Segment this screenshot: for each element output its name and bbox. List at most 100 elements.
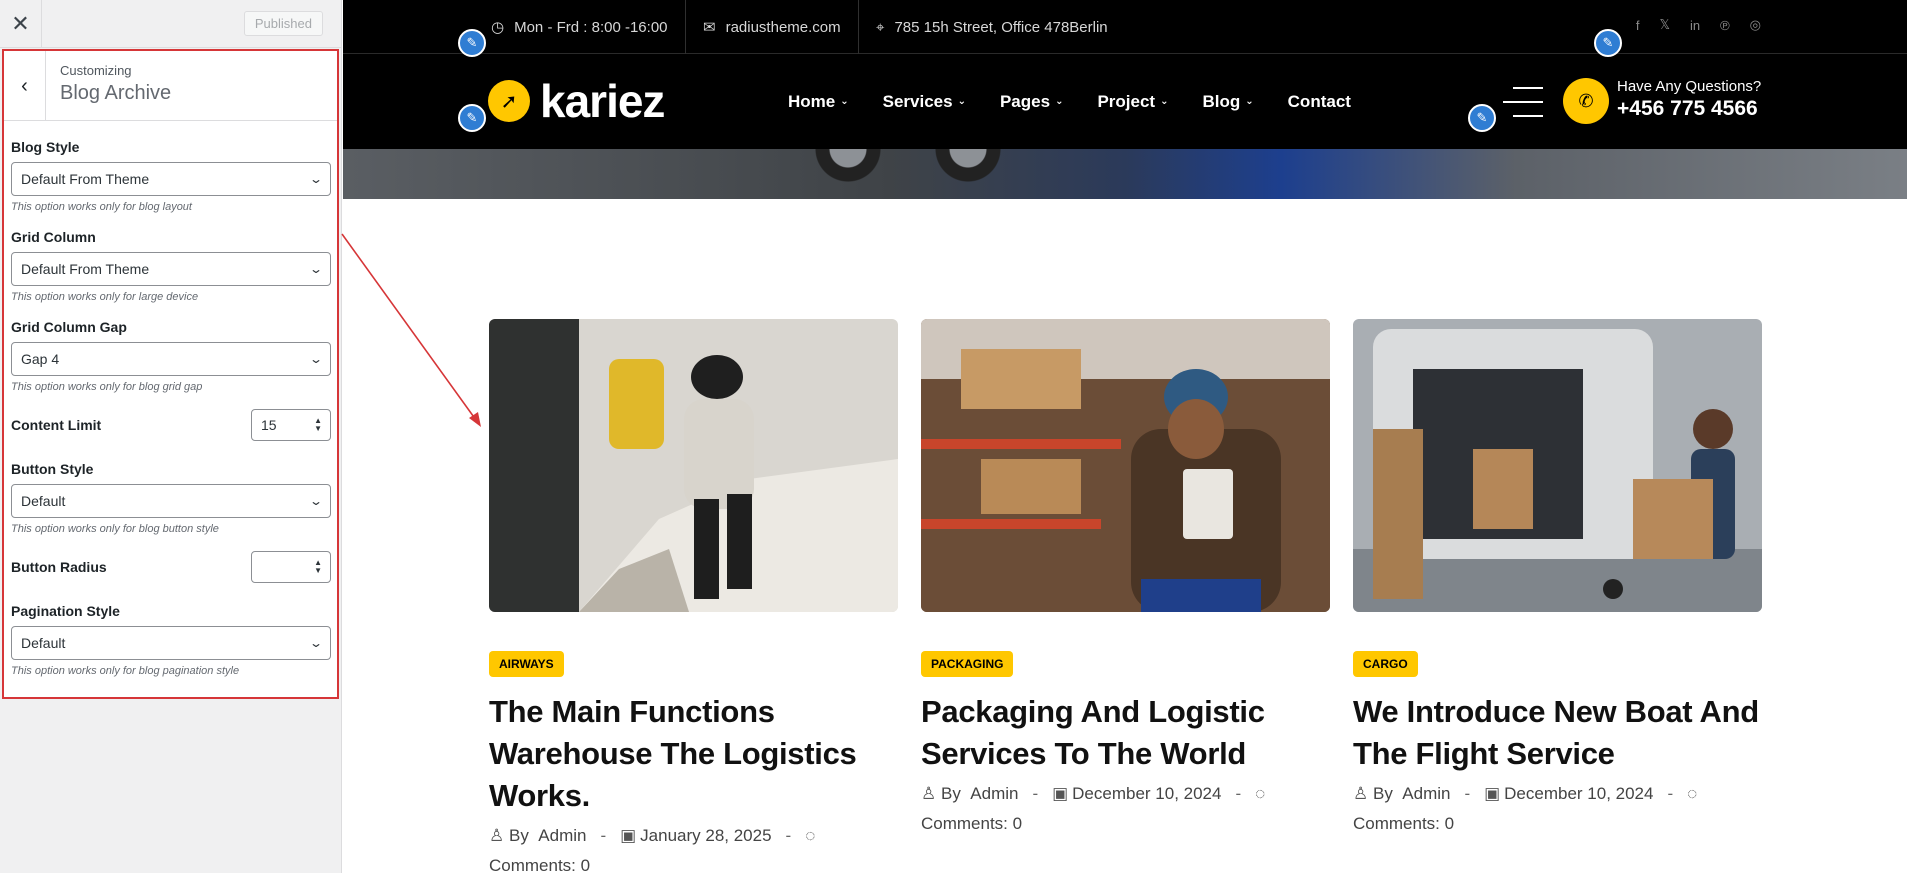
- post-title[interactable]: We Introduce New Boat And The Flight Ser…: [1353, 691, 1762, 775]
- grid-column-label: Grid Column: [11, 229, 96, 245]
- logo-arrow-icon: ➚: [488, 80, 530, 122]
- divider: [858, 0, 859, 54]
- grid-gap-value: Gap 4: [21, 351, 60, 367]
- edit-shortcut-pencil-icon[interactable]: ✎: [458, 104, 486, 132]
- button-style-label: Button Style: [11, 461, 94, 477]
- email-text: radiustheme.com: [725, 18, 841, 36]
- breadcrumb: Customizing: [60, 63, 132, 78]
- separator: -: [600, 826, 607, 845]
- by-label: By: [941, 784, 961, 803]
- site-logo[interactable]: ➚ kariez: [488, 74, 665, 128]
- blog-style-select[interactable]: Default From Theme ⌄: [11, 162, 331, 196]
- pagination-style-desc: This option works only for blog paginati…: [11, 665, 240, 677]
- category-tag[interactable]: CARGO: [1353, 651, 1418, 677]
- content-limit-value: 15: [261, 417, 277, 433]
- chevron-down-icon: ⌄: [840, 96, 849, 107]
- email-item[interactable]: ✉ radiustheme.com: [703, 0, 841, 54]
- pagination-style-value: Default: [21, 635, 66, 651]
- button-style-select[interactable]: Default ⌄: [11, 484, 331, 518]
- chevron-down-icon: ⌄: [308, 352, 324, 366]
- comment-icon: ◌: [1255, 784, 1266, 803]
- number-stepper-icon[interactable]: ▲ ▼: [314, 559, 322, 575]
- chevron-down-icon: ⌄: [308, 262, 324, 276]
- separator: -: [1464, 784, 1471, 803]
- post-card: CARGO We Introduce New Boat And The Flig…: [1353, 319, 1762, 839]
- phone-question: Have Any Questions?: [1617, 78, 1762, 95]
- phone-number[interactable]: +456 775 4566: [1617, 97, 1761, 121]
- content-limit-field: Content Limit 15 ▲ ▼: [11, 409, 331, 441]
- comment-icon: ◌: [805, 826, 816, 845]
- menu-label: Contact: [1287, 91, 1351, 111]
- post-image[interactable]: [1353, 319, 1762, 612]
- chevron-down-icon: ⌄: [308, 172, 324, 186]
- truck-wheel: [813, 149, 883, 199]
- menu-item-project[interactable]: Project ⌄: [1097, 92, 1168, 112]
- grid-column-field: Grid Column Default From Theme ⌄ This op…: [11, 229, 331, 303]
- menu-label: Pages: [999, 91, 1051, 111]
- post-date: December 10, 2024: [1072, 784, 1222, 803]
- chevron-down-icon: ⌄: [308, 636, 324, 650]
- menu-label: Services: [882, 91, 953, 111]
- published-button[interactable]: Published: [243, 11, 323, 36]
- instagram-icon[interactable]: ◎: [1750, 17, 1761, 33]
- primary-menu: Home ⌄ Services ⌄ Pages ⌄ Project ⌄ Blog ⌄ Co…: [788, 54, 1351, 149]
- facebook-icon[interactable]: f: [1636, 18, 1640, 33]
- grid-gap-field: Grid Column Gap Gap 4 ⌄ This option work…: [11, 319, 331, 393]
- user-icon: ♙: [489, 826, 505, 845]
- button-style-field: Button Style Default ⌄ This option works…: [11, 461, 331, 535]
- post-meta: ♙ By Admin - ▣ December 10, 2024- ◌ Comments:…: [1353, 779, 1762, 839]
- author-link[interactable]: Admin: [970, 784, 1018, 803]
- linkedin-icon[interactable]: in: [1690, 18, 1700, 33]
- button-radius-input[interactable]: ▲ ▼: [251, 551, 331, 583]
- close-icon[interactable]: ✕: [0, 0, 42, 48]
- category-tag[interactable]: AIRWAYS: [489, 651, 564, 677]
- customizer-header: ✕ Published: [0, 0, 341, 48]
- calendar-icon: ▣: [1484, 784, 1501, 803]
- edit-shortcut-pencil-icon[interactable]: ✎: [1594, 29, 1622, 57]
- menu-item-services[interactable]: Services ⌄: [883, 92, 966, 112]
- menu-item-pages[interactable]: Pages ⌄: [1000, 92, 1063, 112]
- address-text: 785 15h Street, Office 478Berlin: [894, 18, 1108, 36]
- comments-count[interactable]: Comments: 0: [1353, 814, 1454, 833]
- menu-item-blog[interactable]: Blog ⌄: [1202, 92, 1253, 112]
- edit-shortcut-pencil-icon[interactable]: ✎: [1468, 104, 1496, 132]
- section-header: ‹ Customizing Blog Archive: [4, 51, 337, 121]
- user-icon: ♙: [921, 784, 937, 803]
- logo-text: kariez: [540, 75, 665, 127]
- post-title[interactable]: The Main Functions Warehouse The Logisti…: [489, 691, 898, 817]
- x-twitter-icon[interactable]: 𝕏: [1659, 17, 1669, 33]
- back-arrow-icon[interactable]: ‹: [4, 51, 46, 121]
- annotation-arrow: [341, 233, 481, 427]
- category-tag[interactable]: PACKAGING: [921, 651, 1014, 677]
- grid-gap-select[interactable]: Gap 4 ⌄: [11, 342, 331, 376]
- truck-wheel: [933, 149, 1003, 199]
- grid-column-select[interactable]: Default From Theme ⌄: [11, 252, 331, 286]
- comments-count[interactable]: Comments: 0: [489, 856, 590, 873]
- post-image[interactable]: [921, 319, 1330, 612]
- separator: -: [1667, 784, 1674, 803]
- section-title: Blog Archive: [60, 82, 172, 104]
- blog-style-value: Default From Theme: [21, 171, 150, 187]
- menu-label: Blog: [1202, 91, 1241, 111]
- author-link[interactable]: Admin: [1402, 784, 1450, 803]
- button-radius-field: Button Radius ▲ ▼: [11, 551, 331, 583]
- author-link[interactable]: Admin: [538, 826, 586, 845]
- menu-item-home[interactable]: Home ⌄: [788, 92, 849, 112]
- post-meta: ♙ By Admin - ▣ January 28, 2025- ◌ Comments: …: [489, 821, 898, 873]
- comments-count[interactable]: Comments: 0: [921, 814, 1022, 833]
- post-title[interactable]: Packaging And Logistic Services To The W…: [921, 691, 1330, 775]
- edit-shortcut-pencil-icon[interactable]: ✎: [458, 29, 486, 57]
- hero-banner-image: [343, 149, 1907, 199]
- number-stepper-icon[interactable]: ▲ ▼: [314, 417, 322, 433]
- menu-item-contact[interactable]: Contact: [1288, 92, 1351, 112]
- content-limit-input[interactable]: 15 ▲ ▼: [251, 409, 331, 441]
- chevron-down-icon: ⌄: [957, 96, 966, 107]
- blog-archive-section: ‹ Customizing Blog Archive Blog Style De…: [2, 49, 339, 699]
- pagination-style-field: Pagination Style Default ⌄ This option w…: [11, 603, 331, 677]
- calendar-icon: ▣: [620, 826, 637, 845]
- hamburger-menu-icon[interactable]: [1503, 87, 1543, 117]
- pinterest-icon[interactable]: ℗: [1720, 18, 1730, 33]
- calendar-icon: ▣: [1052, 784, 1069, 803]
- post-image[interactable]: [489, 319, 898, 612]
- pagination-style-select[interactable]: Default ⌄: [11, 626, 331, 660]
